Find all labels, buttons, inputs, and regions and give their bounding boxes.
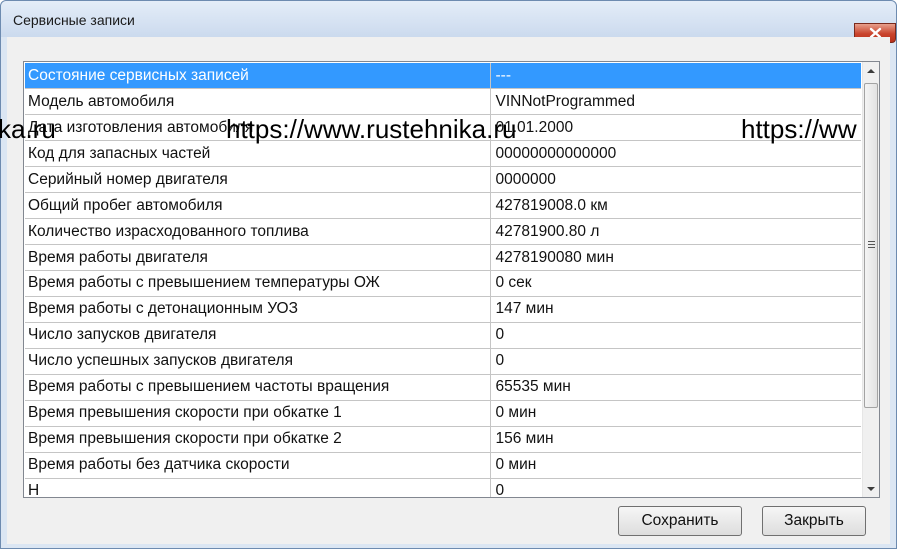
- save-button[interactable]: Сохранить: [618, 506, 742, 536]
- table-row[interactable]: Время работы с превышением частоты враще…: [25, 374, 861, 401]
- title-bar[interactable]: Сервисные записи: [1, 1, 896, 37]
- record-name-cell: Серийный номер двигателя: [25, 166, 491, 194]
- scroll-thumb[interactable]: [864, 83, 878, 408]
- close-button[interactable]: Закрыть: [762, 506, 866, 536]
- record-name-cell: Число успешных запусков двигателя: [25, 348, 491, 375]
- table-row[interactable]: Число успешных запусков двигателя 0: [25, 348, 861, 375]
- vertical-scrollbar[interactable]: [862, 62, 879, 497]
- record-value-cell: 0 мин: [490, 452, 861, 479]
- table-row[interactable]: Время превышения скорости при обкатке 21…: [25, 426, 861, 453]
- table-row[interactable]: Время превышения скорости при обкатке 10…: [25, 400, 861, 427]
- service-records-window: Сервисные записи Состояние сервисных зап…: [0, 0, 897, 549]
- record-value-cell: 0 сек: [490, 270, 861, 297]
- record-value-cell: ---: [490, 63, 861, 90]
- record-name-cell: Код для запасных частей: [25, 140, 491, 168]
- watermark-left: ka.ru: [0, 114, 56, 144]
- scroll-down-button[interactable]: [863, 480, 879, 497]
- record-value-cell: 147 мин: [490, 296, 861, 323]
- record-value-cell: 0 мин: [490, 400, 861, 427]
- table-row[interactable]: Время работы двигателя 4278190080 мин: [25, 244, 861, 271]
- table-row[interactable]: Код для запасных частей 00000000000000: [25, 140, 861, 168]
- record-value-cell: 65535 мин: [490, 374, 861, 401]
- record-name-cell: Общий пробег автомобиля: [25, 192, 491, 220]
- record-value-cell: 4278190080 мин: [490, 244, 861, 271]
- watermark-center: https://www.rustehnika.ru: [226, 114, 517, 144]
- record-name-cell: Время превышения скорости при обкатке 1: [25, 400, 491, 427]
- scroll-up-button[interactable]: [863, 62, 879, 79]
- record-value-cell: 00000000000000: [490, 140, 861, 168]
- record-name-cell: Время работы с детонационным УОЗ: [25, 296, 491, 323]
- record-name-cell: Состояние сервисных записей: [25, 63, 491, 90]
- table-row[interactable]: Н0: [25, 478, 861, 497]
- table-row[interactable]: Серийный номер двигателя 0000000: [25, 166, 861, 194]
- record-value-cell: 0000000: [490, 166, 861, 194]
- grip-icon: [868, 241, 875, 248]
- record-value-cell: 427819008.0 км: [490, 192, 861, 220]
- record-name-cell: Время работы двигателя: [25, 244, 491, 271]
- window-title: Сервисные записи: [13, 12, 135, 28]
- table-row[interactable]: Время работы без датчика скорости 0 мин: [25, 452, 861, 479]
- table-row[interactable]: Число запусков двигателя 0: [25, 322, 861, 349]
- record-name-cell: Число запусков двигателя: [25, 322, 491, 349]
- chevron-up-icon: [867, 69, 875, 73]
- record-value-cell: 0: [490, 348, 861, 375]
- table-row[interactable]: Общий пробег автомобиля 427819008.0 км: [25, 192, 861, 220]
- record-name-cell: Время работы с превышением температуры О…: [25, 270, 491, 297]
- record-value-cell: 0: [490, 322, 861, 349]
- record-value-cell: 42781900.80 л: [490, 218, 861, 246]
- record-name-cell: Время работы без датчика скорости: [25, 452, 491, 479]
- record-name-cell: Время работы с превышением частоты враще…: [25, 374, 491, 401]
- table-row[interactable]: Время работы с детонационным УОЗ 147 мин: [25, 296, 861, 323]
- chevron-down-icon: [867, 487, 875, 491]
- record-name-cell: Н: [25, 478, 491, 497]
- table-row[interactable]: Количество израсходованного топлива 42781…: [25, 218, 861, 246]
- record-name-cell: Модель автомобиля: [25, 88, 491, 116]
- record-value-cell: 0: [490, 478, 861, 497]
- record-name-cell: Время превышения скорости при обкатке 2: [25, 426, 491, 453]
- watermark-right: https://ww: [741, 114, 857, 144]
- table-row[interactable]: Состояние сервисных записей ---: [25, 63, 861, 90]
- record-value-cell: VINNotProgrammed: [490, 88, 861, 116]
- table-row[interactable]: Модель автомобиля VINNotProgrammed: [25, 88, 861, 116]
- record-value-cell: 156 мин: [490, 426, 861, 453]
- table-row[interactable]: Время работы с превышением температуры О…: [25, 270, 861, 297]
- record-name-cell: Количество израсходованного топлива: [25, 218, 491, 246]
